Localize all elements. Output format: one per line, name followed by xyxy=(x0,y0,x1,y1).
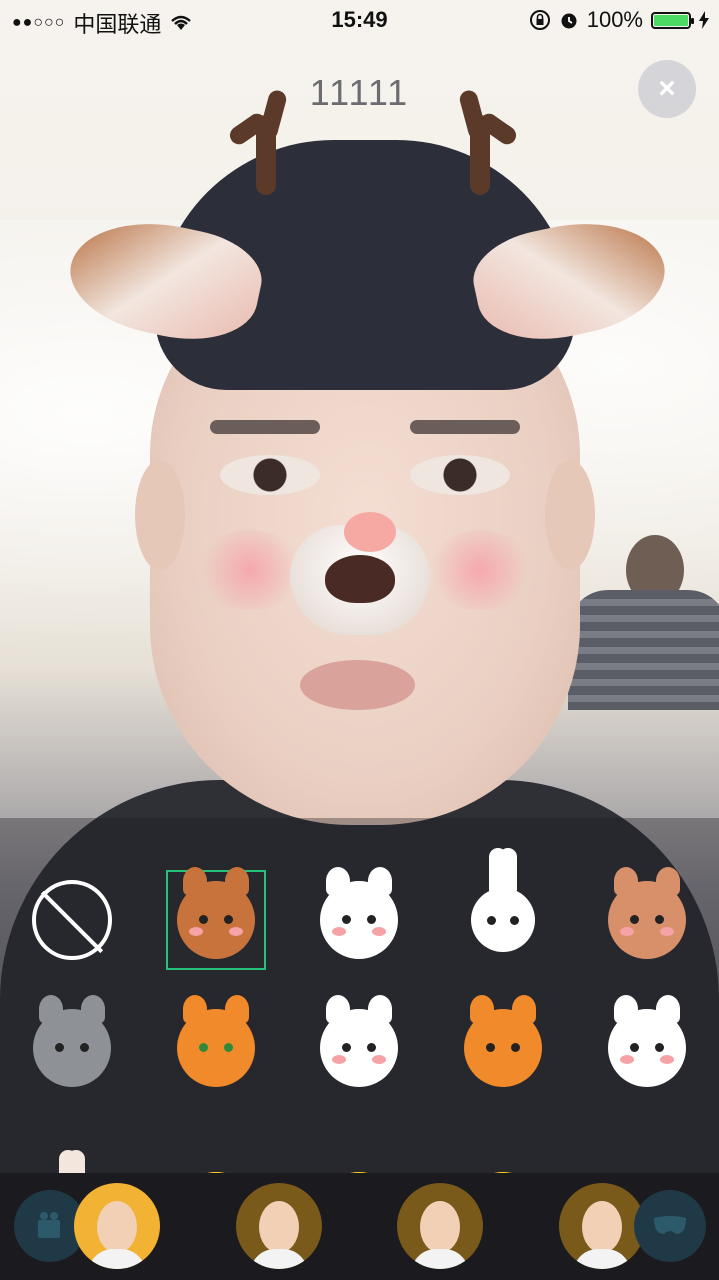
subject-right-ear xyxy=(545,460,595,570)
sticker-calico-cat[interactable] xyxy=(575,984,719,1112)
mask-icon[interactable] xyxy=(634,1190,706,1262)
deer-nose-tip-overlay xyxy=(344,512,396,552)
right-eyebrow xyxy=(410,420,520,434)
sticker-cat-duo[interactable] xyxy=(288,984,432,1112)
bunny-sticker-icon xyxy=(471,848,536,952)
sparkle-avatar[interactable] xyxy=(397,1183,483,1269)
mask-icon-glyph xyxy=(654,1216,686,1234)
sticker-white-cat[interactable] xyxy=(288,856,432,984)
fox-face-sticker-icon xyxy=(176,995,255,1087)
close-icon: × xyxy=(658,72,676,105)
alarm-icon xyxy=(561,13,577,29)
battery-percent: 100% xyxy=(586,7,643,32)
left-eye xyxy=(220,455,320,495)
close-button[interactable]: × xyxy=(638,60,696,118)
star-avatar[interactable] xyxy=(559,1183,645,1269)
left-blush xyxy=(195,530,305,610)
plain-avatar[interactable] xyxy=(236,1183,322,1269)
fox-sticker-icon xyxy=(464,995,543,1087)
bottom-bar xyxy=(0,1173,719,1280)
sticker-bunny-carrot[interactable] xyxy=(431,848,575,984)
subject-left-ear xyxy=(135,460,185,570)
left-eyebrow xyxy=(210,420,320,434)
sticker-deer[interactable] xyxy=(144,856,288,984)
battery-icon xyxy=(651,11,694,29)
cat-duo-sticker-icon xyxy=(320,995,399,1087)
sticker-panel[interactable] xyxy=(0,818,719,1250)
sticker-none[interactable] xyxy=(0,856,144,984)
film-icon-glyph xyxy=(38,1212,60,1238)
filter-title: 11111 xyxy=(309,72,410,113)
deer-nose-overlay xyxy=(325,555,395,603)
sticker-fox-full[interactable] xyxy=(431,984,575,1112)
charging-bolt-icon xyxy=(699,11,709,29)
sticker-christmas-deer[interactable] xyxy=(575,856,719,984)
subject-lips xyxy=(300,660,415,710)
reindeer-sticker-icon xyxy=(608,867,687,959)
deer-sticker-icon xyxy=(176,867,255,959)
right-eye xyxy=(410,455,510,495)
calico-cat-sticker-icon xyxy=(608,995,687,1087)
bunny-avatar[interactable] xyxy=(74,1183,160,1269)
sticker-koala[interactable] xyxy=(0,984,144,1112)
koala-sticker-icon xyxy=(32,995,111,1087)
right-blush xyxy=(425,530,535,610)
sticker-fox-face[interactable] xyxy=(144,984,288,1112)
status-bar: ●●○○○ 中国联通 15:49 100% xyxy=(0,0,719,40)
white-cat-sticker-icon xyxy=(320,867,399,959)
no-sticker-icon xyxy=(31,880,112,960)
orientation-lock-icon xyxy=(529,10,550,30)
